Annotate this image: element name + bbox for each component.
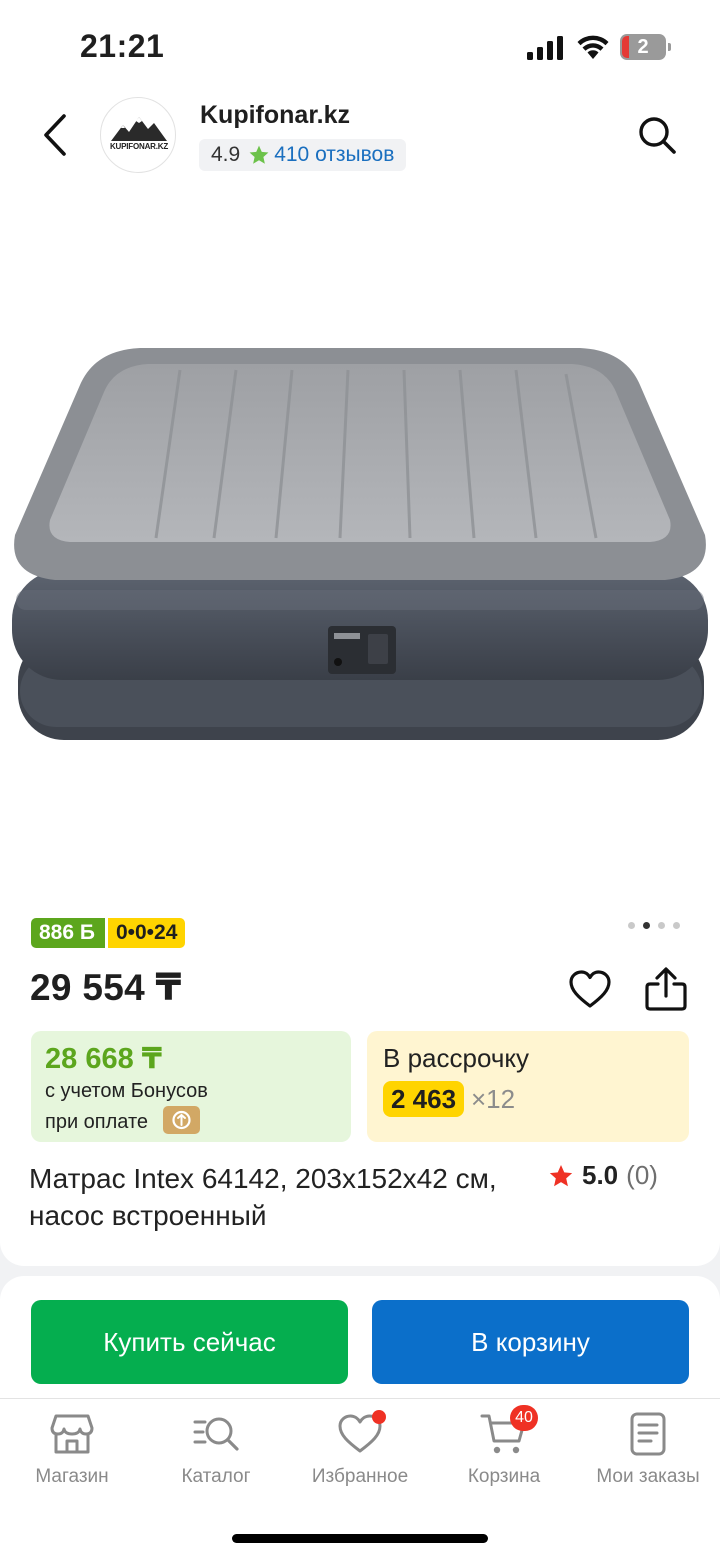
- chevron-left-icon: [44, 114, 66, 156]
- wifi-icon: [577, 35, 609, 59]
- catalog-search-icon: [193, 1417, 239, 1451]
- battery-level: 2: [637, 36, 649, 58]
- tab-cart[interactable]: 40 Корзина: [432, 1405, 576, 1488]
- logo-text: KUPIFONAR.KZ: [109, 142, 169, 151]
- search-button[interactable]: [636, 114, 678, 156]
- gallery-dot-active[interactable]: [643, 922, 650, 929]
- mountains-icon: [111, 117, 167, 141]
- bonus-price: 28 668 ₸: [45, 1043, 162, 1075]
- bonus-badge: 886 Б: [31, 918, 105, 948]
- shop-rating-chip[interactable]: 4.9 410 отзывов: [199, 139, 407, 171]
- gallery-dot[interactable]: [673, 922, 680, 929]
- gallery-dot[interactable]: [628, 922, 635, 929]
- gallery-dot[interactable]: [658, 922, 665, 929]
- status-bar: 21:21 2: [0, 0, 720, 96]
- buy-now-button[interactable]: Купить сейчас: [31, 1300, 348, 1384]
- shop-logo[interactable]: KUPIFONAR.KZ: [100, 97, 176, 173]
- share-button[interactable]: [644, 966, 688, 1012]
- shop-reviews-link[interactable]: 410 отзывов: [274, 143, 394, 167]
- product-image[interactable]: [0, 330, 720, 750]
- promo-badges: 886 Б 0•0•24: [31, 918, 186, 948]
- gallery-pagination[interactable]: [628, 922, 680, 929]
- shop-name[interactable]: Kupifonar.kz: [200, 101, 350, 130]
- star-icon: [249, 145, 269, 164]
- bonus-note-line2: при оплате: [45, 1111, 149, 1133]
- tab-orders[interactable]: Мои заказы: [576, 1410, 720, 1488]
- tab-shop-label: Магазин: [35, 1466, 109, 1487]
- store-icon: [50, 1414, 94, 1454]
- tabbar-divider: [0, 1398, 720, 1399]
- installment-months: ×12: [471, 1084, 516, 1114]
- heart-icon: [569, 970, 611, 1008]
- installment-title: В рассрочку: [383, 1043, 530, 1073]
- shop-rating-value: 4.9: [211, 143, 241, 166]
- tab-catalog[interactable]: Каталог: [144, 1410, 288, 1488]
- status-time: 21:21: [80, 28, 165, 64]
- bonus-note-line1: с учетом Бонусов: [45, 1080, 208, 1102]
- tab-favorites-label: Избранное: [311, 1466, 409, 1487]
- back-button[interactable]: [34, 110, 78, 160]
- installment-amount: 2 463: [383, 1081, 465, 1117]
- product-rating-value: 5.0: [582, 1160, 619, 1190]
- cellular-signal-icon: [527, 36, 563, 60]
- tab-orders-label: Мои заказы: [596, 1466, 700, 1487]
- installment-badge: 0•0•24: [107, 918, 186, 948]
- product-price: 29 554 ₸: [30, 967, 182, 1008]
- add-to-cart-button[interactable]: В корзину: [372, 1300, 689, 1384]
- star-icon: [549, 1164, 573, 1186]
- battery-icon: 2: [620, 34, 672, 60]
- tab-favorites[interactable]: Избранное: [288, 1410, 432, 1488]
- orders-list-icon: [630, 1412, 666, 1456]
- tab-cart-label: Корзина: [467, 1466, 541, 1487]
- product-title: Матрас Intex 64142, 203x152x42 см, насос…: [29, 1163, 497, 1231]
- cart-count-badge: 40: [510, 1405, 538, 1431]
- product-rating[interactable]: 5.0 (0): [548, 1160, 658, 1191]
- favorite-button[interactable]: [568, 968, 612, 1012]
- tab-shop[interactable]: Магазин: [0, 1410, 144, 1488]
- installment-box[interactable]: В рассрочку 2 463 ×12: [367, 1031, 689, 1142]
- payment-method-icon: [163, 1106, 200, 1134]
- favorites-notification-dot: [372, 1410, 386, 1424]
- share-icon: [645, 967, 687, 1011]
- product-rating-count: (0): [626, 1160, 658, 1190]
- tab-catalog-label: Каталог: [181, 1466, 251, 1487]
- search-icon: [639, 117, 676, 154]
- home-indicator[interactable]: [232, 1534, 488, 1543]
- bonus-price-box[interactable]: 28 668 ₸ с учетом Бонусов при оплате: [31, 1031, 351, 1142]
